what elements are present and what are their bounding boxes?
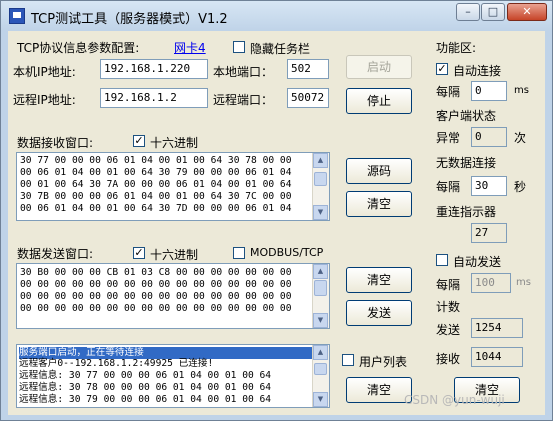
user-list-checkbox[interactable] xyxy=(342,354,354,366)
scroll-down-icon[interactable]: ▼ xyxy=(313,392,328,407)
send-count-label: 发送 xyxy=(436,323,461,337)
log-scrollbar[interactable]: ▲ ▼ xyxy=(312,345,329,407)
remote-ip-input[interactable]: 192.168.1.2 xyxy=(100,88,208,108)
send-clear-button[interactable]: 清空 xyxy=(346,267,412,293)
function-title: 功能区: xyxy=(436,41,477,55)
receive-row: 00 01 00 64 30 7A 00 00 00 06 01 04 00 0… xyxy=(20,179,292,190)
receive-scrollbar[interactable]: ▲ ▼ xyxy=(312,153,329,220)
scroll-down-icon[interactable]: ▼ xyxy=(313,313,328,328)
send-count-field: 1254 xyxy=(471,318,523,338)
scroll-up-icon[interactable]: ▲ xyxy=(313,345,328,360)
send-row: 00 00 00 00 00 00 00 00 00 00 00 00 00 0… xyxy=(20,291,292,302)
abnormal-count-field: 0 xyxy=(471,127,507,147)
log-row: 远程信息: 30 78 00 00 00 06 01 04 00 01 00 6… xyxy=(19,382,272,393)
count-title: 计数 xyxy=(436,300,461,314)
auto-connect-label: 自动连接 xyxy=(453,64,502,78)
send-hex-label: 十六进制 xyxy=(150,248,199,262)
auto-send-checkbox[interactable] xyxy=(436,254,448,266)
every3-label: 每隔 xyxy=(436,278,461,292)
log-row: 远程信息: 30 79 00 00 00 06 01 04 00 01 00 6… xyxy=(19,394,272,405)
receive-hex-checkbox[interactable]: ✓ xyxy=(133,135,145,147)
auto-send-interval-input[interactable]: 100 xyxy=(471,273,511,293)
title-bar[interactable]: TCP测试工具（服务器模式）V1.2 – □ ✕ xyxy=(1,1,552,31)
maximize-button[interactable]: □ xyxy=(481,3,505,21)
auto-send-label: 自动发送 xyxy=(453,255,502,269)
window-title: TCP测试工具（服务器模式）V1.2 xyxy=(31,12,228,27)
scroll-up-icon[interactable]: ▲ xyxy=(313,264,328,279)
send-textarea[interactable]: 30 B0 00 00 00 CB 01 03 C8 00 00 00 00 0… xyxy=(16,263,330,329)
send-button[interactable]: 发送 xyxy=(346,300,412,326)
app-icon xyxy=(9,8,25,24)
modbus-label: MODBUS/TCP xyxy=(250,246,324,259)
scroll-thumb[interactable] xyxy=(314,280,327,296)
remote-port-input[interactable]: 50072 xyxy=(287,88,329,108)
recv-count-field: 1044 xyxy=(471,347,523,367)
log-textarea[interactable]: 服务端口启动，正在等待连接 远程客户0--192.168.1.2:49925 已… xyxy=(16,344,330,408)
times-label: 次 xyxy=(514,131,527,145)
receive-hex-label: 十六进制 xyxy=(150,136,199,150)
remote-ip-label: 远程IP地址: xyxy=(13,93,76,107)
user-list-label: 用户列表 xyxy=(359,355,408,369)
receive-title: 数据接收窗口: xyxy=(17,136,94,150)
every2-label: 每隔 xyxy=(436,180,461,194)
log-clear-button[interactable]: 清空 xyxy=(346,377,412,403)
receive-row: 00 06 01 04 00 01 00 64 30 7D 00 00 00 0… xyxy=(20,203,292,214)
abnormal-label: 异常 xyxy=(436,131,461,145)
log-row: 远程客户0--192.168.1.2:49925 已连接! xyxy=(19,358,214,369)
ms2-label: ms xyxy=(516,277,531,288)
scroll-thumb[interactable] xyxy=(314,172,327,186)
local-ip-label: 本机IP地址: xyxy=(13,65,76,79)
client-status-title: 客户端状态 xyxy=(436,109,497,123)
scroll-down-icon[interactable]: ▼ xyxy=(313,205,328,220)
local-port-label: 本地端口： xyxy=(213,65,274,79)
receive-clear-button[interactable]: 清空 xyxy=(346,191,412,217)
local-port-input[interactable]: 502 xyxy=(287,59,329,79)
send-row: 00 00 00 00 00 00 00 00 00 00 00 00 00 0… xyxy=(20,279,292,290)
nic-link[interactable]: 网卡4 xyxy=(174,39,206,56)
send-row: 00 00 00 00 00 00 00 00 00 00 00 00 00 0… xyxy=(20,303,292,314)
local-ip-input[interactable]: 192.168.1.220 xyxy=(100,59,208,79)
remote-port-label: 远程端口： xyxy=(213,93,274,107)
send-hex-checkbox[interactable]: ✓ xyxy=(133,247,145,259)
scroll-up-icon[interactable]: ▲ xyxy=(313,153,328,168)
ms-label: ms xyxy=(514,85,529,96)
stop-button[interactable]: 停止 xyxy=(346,88,412,114)
send-row: 30 B0 00 00 00 CB 01 03 C8 00 00 00 00 0… xyxy=(20,267,292,278)
no-data-title: 无数据连接 xyxy=(436,156,497,170)
hide-taskbar-checkbox[interactable] xyxy=(233,41,245,53)
start-button[interactable]: 启动 xyxy=(346,55,412,79)
receive-row: 30 7B 00 00 00 06 01 04 00 01 00 64 30 7… xyxy=(20,191,292,202)
receive-row: 30 77 00 00 00 06 01 04 00 01 00 64 30 7… xyxy=(20,155,292,166)
reconnect-indicator-field: 27 xyxy=(471,223,507,243)
seconds-label: 秒 xyxy=(514,180,527,194)
reconnect-title: 重连指示器 xyxy=(436,205,497,219)
config-title: TCP协议信息参数配置: xyxy=(17,41,140,55)
recv-count-label: 接收 xyxy=(436,352,461,366)
scroll-thumb[interactable] xyxy=(314,363,327,375)
receive-textarea[interactable]: 30 77 00 00 00 06 01 04 00 01 00 64 30 7… xyxy=(16,152,330,221)
close-button[interactable]: ✕ xyxy=(507,3,547,21)
watermark: CSDN @yun-wuji xyxy=(404,393,505,407)
client-area: TCP协议信息参数配置: 网卡4 隐藏任务栏 本机IP地址: 192.168.1… xyxy=(8,31,545,415)
send-title: 数据发送窗口: xyxy=(17,247,94,261)
send-scrollbar[interactable]: ▲ ▼ xyxy=(312,264,329,328)
auto-connect-checkbox[interactable]: ✓ xyxy=(436,63,448,75)
app-window: TCP测试工具（服务器模式）V1.2 – □ ✕ TCP协议信息参数配置: 网卡… xyxy=(0,0,553,421)
log-row: 远程信息: 30 77 00 00 00 06 01 04 00 01 00 6… xyxy=(19,370,272,381)
no-data-interval-input[interactable]: 30 xyxy=(471,176,507,196)
receive-row: 00 06 01 04 00 01 00 64 30 79 00 00 00 0… xyxy=(20,167,292,178)
every1-label: 每隔 xyxy=(436,85,461,99)
minimize-button[interactable]: – xyxy=(456,3,480,21)
modbus-checkbox[interactable] xyxy=(233,247,245,259)
hide-taskbar-label: 隐藏任务栏 xyxy=(250,42,311,56)
source-button[interactable]: 源码 xyxy=(346,158,412,184)
auto-connect-interval-input[interactable]: 0 xyxy=(471,81,507,101)
